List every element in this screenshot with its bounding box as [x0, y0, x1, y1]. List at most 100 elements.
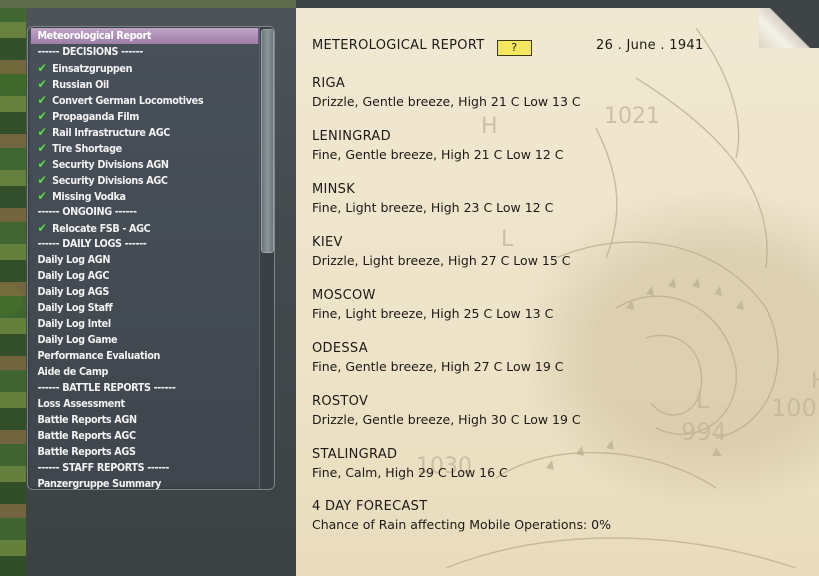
list-item[interactable]: ✔ Tire Shortage	[31, 140, 239, 156]
city-weather-entry: LENINGRAD Fine, Gentle breeze, High 21 C …	[312, 128, 812, 164]
list-item-label: Daily Log AGS	[37, 286, 109, 298]
forecast-section: 4 DAY FORECAST Chance of Rain affecting …	[312, 498, 812, 534]
checkmark-icon: ✔	[37, 93, 47, 107]
list-item-label: Daily Log Game	[37, 334, 118, 346]
list-section-header: ------ STAFF REPORTS ------	[31, 460, 239, 476]
list-item[interactable]: ✔ Einsatzgruppen	[31, 60, 239, 76]
list-section-header: ------ BATTLE REPORTS ------	[31, 380, 239, 396]
list-item[interactable]: Daily Log Staff	[31, 300, 239, 316]
list-item-label: Security Divisions AGC	[52, 175, 168, 187]
report-header: METEROLOGICAL REPORT ? 26 . June . 1941	[312, 38, 812, 58]
meteorological-report: METEROLOGICAL REPORT ? 26 . June . 1941 …	[312, 38, 812, 534]
list-item[interactable]: ✔ Propaganda Film	[31, 108, 239, 124]
list-item[interactable]: ✔ Relocate FSB - AGC	[31, 220, 239, 236]
city-weather: Drizzle, Gentle breeze, High 30 C Low 19…	[312, 412, 581, 427]
city-name: MINSK	[312, 182, 356, 197]
list-item-label: ------ DECISIONS ------	[37, 46, 143, 58]
list-item-label: Missing Vodka	[52, 191, 126, 203]
list-item-label: Meteorological Report	[37, 30, 152, 42]
list-item-label: Tire Shortage	[52, 143, 122, 155]
city-weather-entry: STALINGRAD Fine, Calm, High 29 C Low 16 C	[312, 446, 812, 482]
list-item-label: Battle Reports AGS	[37, 446, 136, 458]
list-item[interactable]: ✔ Russian Oil	[31, 76, 239, 92]
list-item-label: Battle Reports AGC	[37, 430, 136, 442]
checkmark-icon: ✔	[37, 61, 47, 75]
report-paper: 1021 1030 994 100 H L L H METEROLOGICAL …	[296, 8, 819, 576]
checkmark-icon: ✔	[37, 125, 47, 139]
city-weather: Fine, Calm, High 29 C Low 16 C	[312, 465, 508, 480]
list-item[interactable]: Battle Reports AGS	[31, 444, 239, 460]
list-item[interactable]: Daily Log AGN	[31, 252, 239, 268]
city-name: MOSCOW	[312, 288, 376, 303]
list-item-label: Security Divisions AGN	[52, 159, 169, 171]
list-item[interactable]: Daily Log AGC	[31, 268, 239, 284]
list-item[interactable]: ✔ Security Divisions AGN	[31, 156, 239, 172]
city-weather: Drizzle, Light breeze, High 27 C Low 15 …	[312, 253, 571, 268]
list-item-label: Propaganda Film	[52, 111, 139, 123]
list-section-header: ------ ONGOING ------	[31, 204, 239, 220]
list-item-label: Daily Log AGN	[37, 254, 111, 266]
map-label: H	[811, 369, 819, 394]
city-name: ODESSA	[312, 341, 368, 356]
checkmark-icon: ✔	[37, 221, 47, 235]
list-item[interactable]: Loss Assessment	[31, 396, 239, 412]
city-weather-entry: ODESSA Fine, Gentle breeze, High 27 C Low…	[312, 340, 812, 376]
report-date: 26 . June . 1941	[596, 38, 704, 53]
list-item-label: Convert German Locomotives	[52, 95, 204, 107]
city-weather: Fine, Gentle breeze, High 27 C Low 19 C	[312, 359, 564, 374]
city-name: KIEV	[312, 235, 343, 250]
list-item[interactable]: ✔ Missing Vodka	[31, 188, 239, 204]
checkmark-icon: ✔	[37, 141, 47, 155]
city-weather-entry: MOSCOW Fine, Light breeze, High 25 C Low …	[312, 287, 812, 323]
list-item[interactable]: Daily Log Game	[31, 332, 239, 348]
list-item-label: Rail Infrastructure AGC	[52, 127, 171, 139]
list-item[interactable]: ✔ Convert German Locomotives	[31, 92, 239, 108]
city-name: LENINGRAD	[312, 129, 391, 144]
city-weather-entry: MINSK Fine, Light breeze, High 23 C Low 1…	[312, 181, 812, 217]
list-item[interactable]: Battle Reports AGN	[31, 412, 239, 428]
checkmark-icon: ✔	[37, 109, 47, 123]
checkmark-icon: ✔	[37, 157, 47, 171]
list-item[interactable]: Battle Reports AGC	[31, 428, 239, 444]
list-item-label: Loss Assessment	[37, 398, 125, 410]
report-list: Meteorological Report ------ DECISIONS --…	[31, 28, 259, 490]
report-list-panel: Meteorological Report ------ DECISIONS --…	[27, 26, 275, 490]
list-item[interactable]: Panzergruppe Summary	[31, 476, 239, 490]
list-item-label: Battle Reports AGN	[37, 414, 137, 426]
forecast-title: 4 DAY FORECAST	[312, 499, 428, 514]
checkmark-icon: ✔	[37, 173, 47, 187]
list-item-label: Einsatzgruppen	[52, 63, 133, 75]
list-item[interactable]: ✔ Security Divisions AGC	[31, 172, 239, 188]
list-item-label: Daily Log AGC	[37, 270, 110, 282]
city-weather-list: RIGA Drizzle, Gentle breeze, High 21 C Lo…	[312, 75, 812, 482]
list-section-header: ------ DECISIONS ------	[31, 44, 239, 60]
city-weather: Drizzle, Gentle breeze, High 21 C Low 13…	[312, 94, 581, 109]
list-item[interactable]: Meteorological Report	[31, 28, 259, 44]
list-item-label: Russian Oil	[52, 79, 109, 91]
list-item[interactable]: Daily Log Intel	[31, 316, 239, 332]
city-weather: Fine, Gentle breeze, High 21 C Low 12 C	[312, 147, 564, 162]
list-item[interactable]: ✔ Rail Infrastructure AGC	[31, 124, 239, 140]
city-name: ROSTOV	[312, 394, 369, 409]
list-item[interactable]: Daily Log AGS	[31, 284, 239, 300]
list-item[interactable]: Aide de Camp	[31, 364, 239, 380]
forecast-text: Chance of Rain affecting Mobile Operatio…	[312, 517, 611, 532]
help-button[interactable]: ?	[497, 40, 532, 56]
city-weather-entry: ROSTOV Drizzle, Gentle breeze, High 30 C …	[312, 393, 812, 429]
list-item[interactable]: Performance Evaluation	[31, 348, 239, 364]
list-item-label: Relocate FSB - AGC	[52, 223, 151, 235]
city-name: RIGA	[312, 76, 346, 91]
list-section-header: ------ DAILY LOGS ------	[31, 236, 239, 252]
city-name: STALINGRAD	[312, 447, 398, 462]
list-item-label: Daily Log Staff	[37, 302, 113, 314]
list-scrollbar[interactable]	[259, 27, 274, 489]
list-item-label: Panzergruppe Summary	[37, 478, 162, 490]
list-item-label: ------ DAILY LOGS ------	[37, 238, 147, 250]
list-item-label: ------ STAFF REPORTS ------	[37, 462, 170, 474]
checkmark-icon: ✔	[37, 77, 47, 91]
city-weather: Fine, Light breeze, High 25 C Low 13 C	[312, 306, 554, 321]
city-weather-entry: RIGA Drizzle, Gentle breeze, High 21 C Lo…	[312, 75, 812, 111]
scrollbar-thumb[interactable]	[261, 29, 274, 253]
list-item-label: ------ BATTLE REPORTS ------	[37, 382, 176, 394]
report-title: METEROLOGICAL REPORT	[312, 38, 485, 53]
